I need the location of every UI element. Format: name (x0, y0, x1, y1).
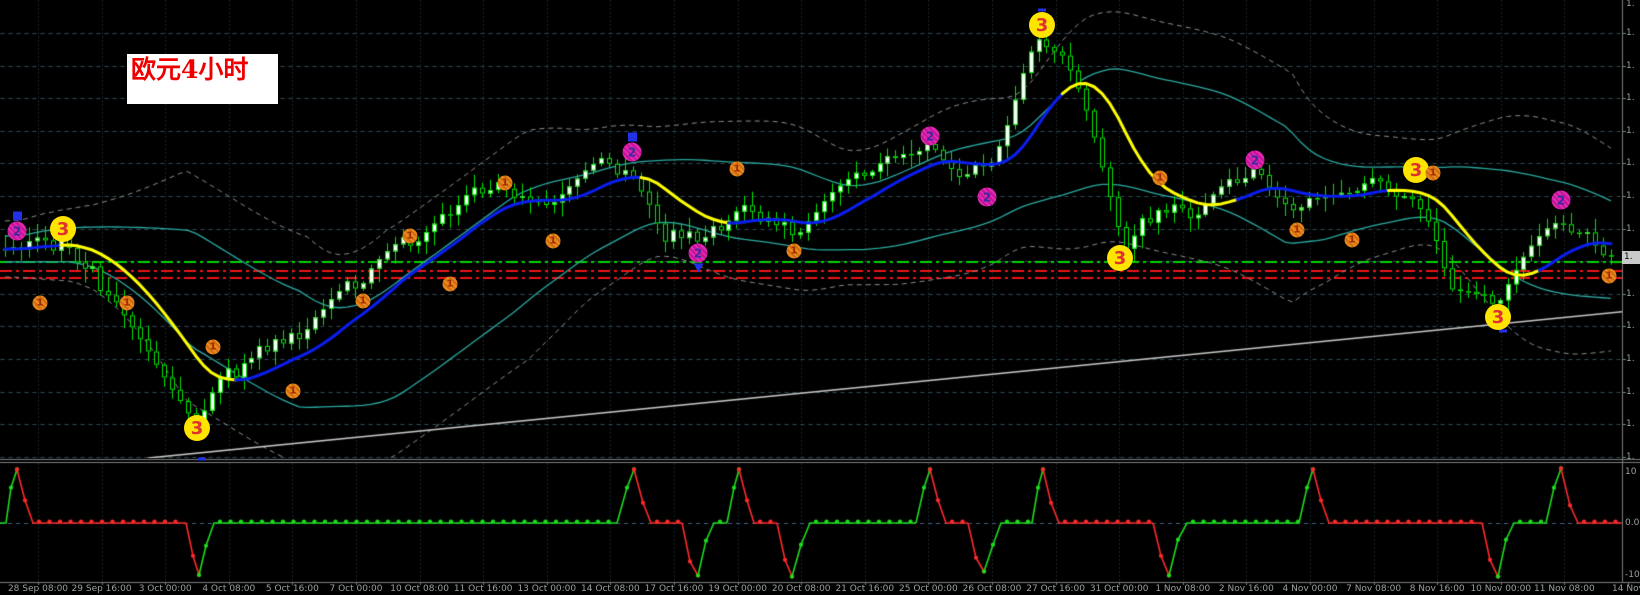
semafor-level1-marker-label: 1 (1348, 234, 1356, 246)
oscillator-scale-label: -10 (1625, 570, 1640, 580)
semafor-level1-marker-label: 1 (1156, 172, 1164, 184)
semafor-level1-marker: 1 (1344, 232, 1360, 248)
price-axis-label: 1. (1626, 191, 1635, 201)
semafor-level2-marker-label: 2 (12, 224, 22, 238)
price-axis-label: 1. (1626, 224, 1635, 234)
semafor-level1-marker: 1 (1289, 222, 1305, 238)
price-axis-label: 1. (1626, 419, 1635, 429)
semafor-level3-marker: 3 (1107, 245, 1133, 271)
semafor-level3-marker: 3 (1485, 304, 1511, 330)
semafor-level1-marker: 1 (442, 276, 458, 292)
semafor-level2-marker: 2 (622, 132, 642, 162)
semafor-level1-marker-label: 1 (446, 278, 454, 290)
semafor-level1-marker: 1 (1152, 170, 1168, 186)
semafor-level1-marker: 1 (786, 243, 802, 259)
semafor-level1-marker-label: 1 (733, 163, 741, 175)
price-axis-label: 1. (1626, 0, 1635, 9)
blue-arrow-accent (12, 211, 22, 221)
price-axis-label: 1. (1626, 387, 1635, 397)
semafor-level1-marker-label: 1 (406, 230, 414, 242)
semafor-level1-marker: 1 (119, 295, 135, 311)
semafor-level3-marker: 3 (184, 415, 210, 441)
oscillator-scale-label: 10 (1625, 467, 1637, 477)
semafor-level1-marker-label: 1 (1605, 270, 1613, 282)
oscillator-scale-label: 0.0 (1625, 518, 1640, 528)
semafor-level1-marker-label: 1 (790, 245, 798, 257)
semafor-level3-marker-label: 3 (1035, 14, 1049, 36)
price-axis-label: 1. (1626, 158, 1635, 168)
blue-arrow-accent (627, 132, 637, 142)
semafor-level2-marker-label: 2 (627, 145, 637, 159)
price-axis-label: 1. (1626, 61, 1635, 71)
semafor-level3-marker: 3 (1029, 12, 1055, 38)
trading-chart-window: 欧元4小时 33333322222221111111111111111 28 S… (0, 0, 1640, 595)
semafor-level3-marker-label: 3 (1113, 247, 1127, 269)
price-axis-label: 1. (1626, 93, 1635, 103)
semafor-level3-marker-label: 3 (1491, 306, 1505, 328)
semafor-level2-marker: 2 (920, 126, 940, 146)
semafor-level1-marker: 1 (1425, 165, 1441, 181)
semafor-level1-marker: 1 (1601, 268, 1617, 284)
price-axis-label: 1. (1626, 354, 1635, 364)
semafor-level1-marker-label: 1 (1293, 224, 1301, 236)
semafor-level2-marker: 2 (7, 211, 27, 241)
price-axis-label: 1. (1626, 28, 1635, 38)
x-axis-label: 14 Nov (1612, 584, 1640, 594)
symbol-label: 欧元4小时 (131, 55, 249, 84)
semafor-level1-marker: 1 (729, 161, 745, 177)
price-axis-label: 1. (1626, 452, 1635, 462)
semafor-level1-marker: 1 (497, 175, 513, 191)
semafor-level1-marker: 1 (545, 233, 561, 249)
semafor-level1-marker: 1 (205, 339, 221, 355)
semafor-level1-marker: 1 (285, 383, 301, 399)
semafor-level2-marker: 2 (688, 243, 708, 273)
current-price-tag: 1. (1622, 251, 1640, 264)
semafor-level2-marker-label: 2 (1556, 193, 1566, 207)
semafor-level2-marker: 2 (1551, 190, 1571, 210)
semafor-level3-marker-label: 3 (1409, 159, 1423, 181)
semafor-level1-marker: 1 (355, 293, 371, 309)
current-price-text: 1. (1624, 252, 1633, 262)
semafor-level1-marker: 1 (32, 295, 48, 311)
blue-dash-marker (1499, 329, 1507, 333)
semafor-level2-marker-label: 2 (693, 246, 703, 260)
semafor-level2-marker-label: 2 (982, 190, 992, 204)
semafor-level2-marker: 2 (977, 187, 997, 207)
semafor-level3-marker: 3 (50, 216, 76, 242)
semafor-level1-marker-label: 1 (123, 297, 131, 309)
semafor-level2-marker-label: 2 (925, 129, 935, 143)
semafor-level1-marker-label: 1 (549, 235, 557, 247)
symbol-label-box: 欧元4小时 (127, 54, 278, 104)
semafor-level3-marker-label: 3 (56, 218, 70, 240)
semafor-level2-marker-label: 2 (1250, 153, 1260, 167)
semafor-level1-marker-label: 1 (289, 385, 297, 397)
blue-dash-marker (198, 457, 206, 461)
price-axis-label: 1. (1626, 289, 1635, 299)
semafor-level3-marker-label: 3 (190, 417, 204, 439)
semafor-level2-marker: 2 (1245, 150, 1265, 170)
blue-arrow-accent (693, 263, 703, 273)
semafor-level1-marker-label: 1 (36, 297, 44, 309)
price-axis-label: 1. (1626, 126, 1635, 136)
semafor-level1-marker-label: 1 (359, 295, 367, 307)
semafor-level1-marker-label: 1 (1429, 167, 1437, 179)
semafor-level1-marker: 1 (402, 228, 418, 244)
price-axis-label: 1. (1626, 321, 1635, 331)
semafor-level1-marker-label: 1 (209, 341, 217, 353)
semafor-level1-marker-label: 1 (501, 177, 509, 189)
